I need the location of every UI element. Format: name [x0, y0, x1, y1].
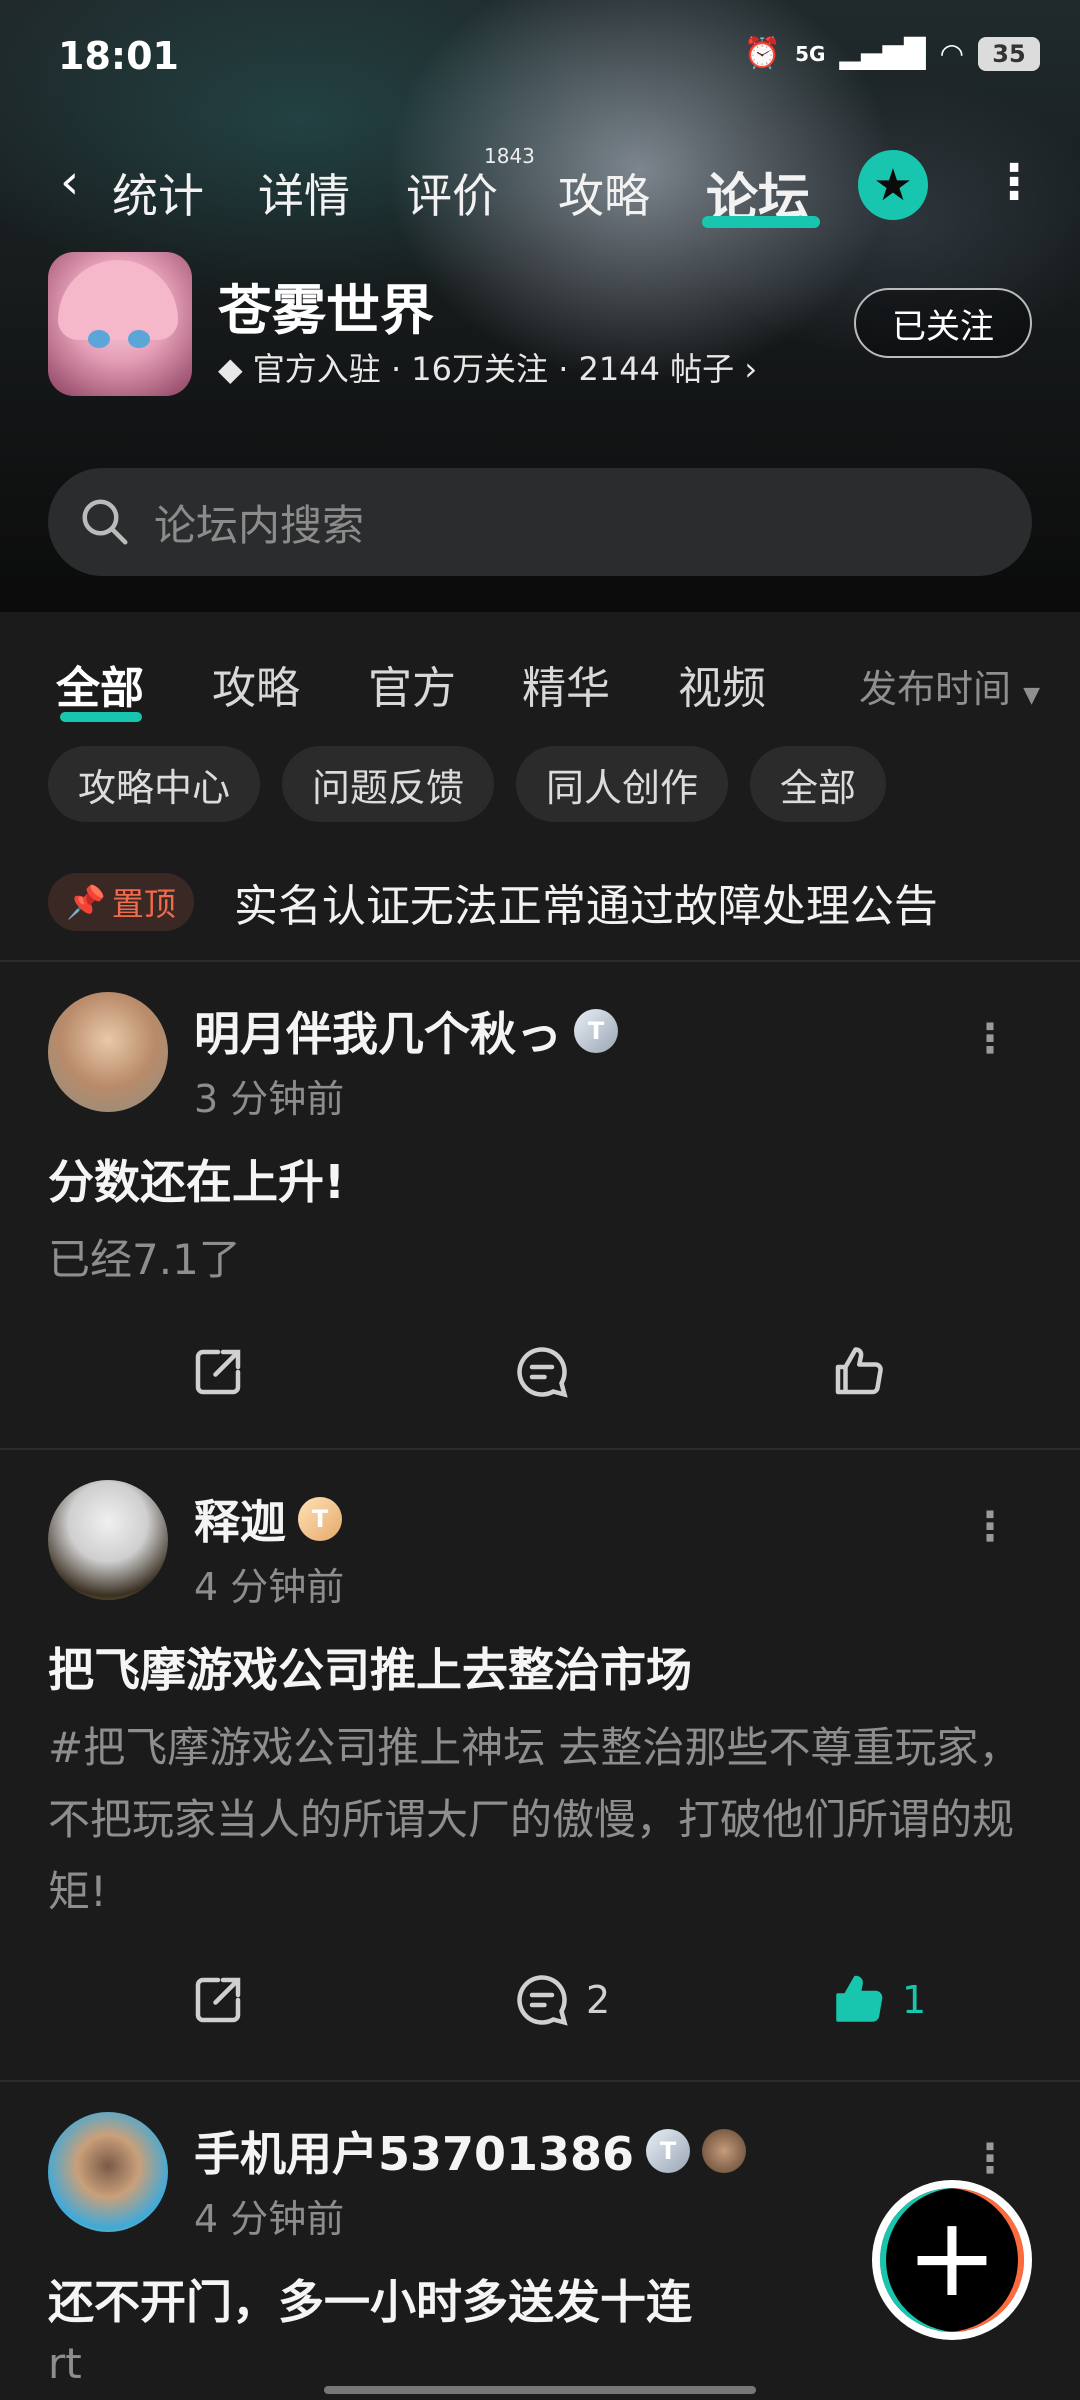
game-name: 苍雾世界 [218, 279, 434, 342]
post-time: 3 分钟前 [194, 1077, 345, 1121]
chip-fan-creation[interactable]: 同人创作 [516, 746, 729, 822]
home-indicator[interactable] [324, 2386, 756, 2394]
forum-tab-featured[interactable]: 精华 [522, 652, 610, 716]
pin-icon: 📌 [66, 883, 106, 921]
comment-icon [517, 1975, 568, 2026]
search-icon [82, 499, 128, 545]
comment-button[interactable]: 2 [512, 1960, 610, 2040]
level-badge-icon: T [646, 2129, 691, 2173]
search-bar[interactable]: 论坛内搜索 [48, 468, 1032, 576]
sort-label: 发布时间 [858, 667, 1011, 711]
level-badge-icon: T [298, 1497, 342, 1541]
share-button[interactable] [188, 1960, 248, 2040]
back-icon[interactable]: ‹ [60, 154, 79, 210]
level-badge-icon: T [574, 1009, 618, 1053]
tab-details[interactable]: 详情 [258, 160, 350, 226]
more-icon[interactable]: ⋮ [970, 2136, 1010, 2182]
comment-count: 2 [586, 1978, 611, 2022]
comment-button[interactable] [512, 1332, 586, 1412]
post-title: 分数还在上升! [48, 1155, 345, 1209]
more-icon[interactable]: ⋮ [990, 154, 1038, 210]
game-icon[interactable] [48, 252, 192, 396]
chip-guide-center[interactable]: 攻略中心 [48, 746, 261, 822]
top-nav: ‹ 统计 详情 评价 1843 攻略 论坛 ★ ⋮ [0, 140, 1080, 230]
forum-tab-guides[interactable]: 攻略 [212, 652, 300, 716]
forum-tab-all[interactable]: 全部 [56, 652, 144, 716]
post-actions [0, 1332, 1080, 1412]
post-body: 已经7.1了 [48, 1235, 241, 1284]
post-username-row[interactable]: 明月伴我几个秋っ T [194, 998, 618, 1064]
category-chips: 攻略中心 问题反馈 同人创作 全部 [48, 746, 887, 822]
thumbs-up-icon [835, 1347, 883, 1395]
thumbs-up-icon [836, 1975, 883, 2022]
more-icon[interactable]: ⋮ [970, 1016, 1010, 1062]
alarm-icon: ⏰ [743, 36, 782, 71]
forum-tab-video[interactable]: 视频 [678, 652, 766, 716]
like-count: 1 [902, 1978, 927, 2022]
more-icon[interactable]: ⋮ [970, 1504, 1010, 1550]
plus-icon: + [905, 2193, 999, 2321]
forum-tab-indicator [60, 712, 142, 722]
post-title: 把飞摩游戏公司推上去整治市场 [48, 1643, 692, 1697]
post-card[interactable]: 明月伴我几个秋っ T 3 分钟前 ⋮ 分数还在上升! 已经7.1了 [0, 962, 1080, 1448]
post-username: 手机用户53701386 [194, 2127, 635, 2181]
caret-down-icon: ▼ [1023, 683, 1040, 708]
tab-reviews[interactable]: 评价 [406, 160, 498, 226]
chip-all[interactable]: 全部 [750, 746, 887, 822]
battery-icon: 35 [978, 36, 1040, 71]
star-icon[interactable]: ★ [858, 150, 928, 220]
post-time: 4 分钟前 [194, 2197, 345, 2241]
game-info: 苍雾世界 ◆ 官方入驻 · 16万关注 · 2144 帖子 › 已关注 [48, 252, 1048, 402]
post-card[interactable]: 释迦 T 4 分钟前 ⋮ 把飞摩游戏公司推上去整治市场 #把飞摩游戏公司推上神坛… [0, 1450, 1080, 2082]
game-meta-text: 官方入驻 · 16万关注 · 2144 帖子 [252, 350, 735, 388]
post-body: #把飞摩游戏公司推上神坛 去整治那些不尊重玩家，不把玩家当人的所谓大厂的傲慢，打… [48, 1723, 1021, 1916]
share-icon [195, 1977, 241, 2023]
avatar[interactable] [48, 1480, 168, 1600]
post-time: 4 分钟前 [194, 1565, 345, 1609]
game-meta[interactable]: ◆ 官方入驻 · 16万关注 · 2144 帖子 › [218, 344, 757, 390]
status-time: 18:01 [58, 34, 179, 78]
post-username-row[interactable]: 手机用户53701386 T [194, 2118, 747, 2184]
share-button[interactable] [188, 1332, 248, 1412]
forum-tabs: 全部 攻略 官方 精华 视频 发布时间 ▼ [0, 642, 1080, 722]
search-placeholder: 论坛内搜索 [154, 500, 365, 550]
sort-dropdown[interactable]: 发布时间 ▼ [859, 658, 1040, 713]
avatar[interactable] [48, 2112, 168, 2232]
pinned-tag-label: 置顶 [111, 885, 176, 923]
wifi-icon: ◠ [939, 37, 964, 70]
follow-button[interactable]: 已关注 [854, 288, 1032, 358]
post-username: 明月伴我几个秋っ [194, 1007, 562, 1061]
post-title: 还不开门，多一小时多送发十连 [48, 2275, 692, 2329]
active-tab-indicator [702, 216, 820, 228]
like-button[interactable]: 1 [828, 1960, 926, 2040]
review-count-badge: 1843 [484, 144, 535, 168]
forum-tab-official[interactable]: 官方 [368, 652, 456, 716]
pinned-post[interactable]: 📌 置顶 实名认证无法正常通过故障处理公告 [48, 862, 1048, 942]
pinned-title: 实名认证无法正常通过故障处理公告 [233, 881, 938, 932]
signal-icon: ▂▄▆█ [839, 37, 926, 70]
diamond-icon: ◆ [218, 350, 243, 388]
avatar[interactable] [48, 992, 168, 1112]
post-username: 释迦 [194, 1495, 286, 1549]
user-badge-icon [702, 2129, 747, 2173]
chevron-right-icon: › [744, 350, 758, 388]
network-label: 5G [795, 41, 826, 66]
status-icons: ⏰ 5G ▂▄▆█ ◠ 35 [744, 36, 1040, 71]
like-button[interactable] [828, 1332, 902, 1412]
post-username-row[interactable]: 释迦 T [194, 1486, 342, 1552]
chip-feedback[interactable]: 问题反馈 [282, 746, 495, 822]
comment-icon [517, 1347, 568, 1398]
pinned-tag: 📌 置顶 [48, 873, 194, 931]
post-actions: 2 1 [0, 1960, 1080, 2040]
status-bar: 18:01 ⏰ 5G ▂▄▆█ ◠ 35 [0, 0, 1080, 120]
tab-guides[interactable]: 攻略 [558, 160, 650, 226]
new-post-button[interactable]: + [872, 2180, 1032, 2340]
tab-stats[interactable]: 统计 [112, 160, 204, 226]
share-icon [195, 1349, 241, 1395]
